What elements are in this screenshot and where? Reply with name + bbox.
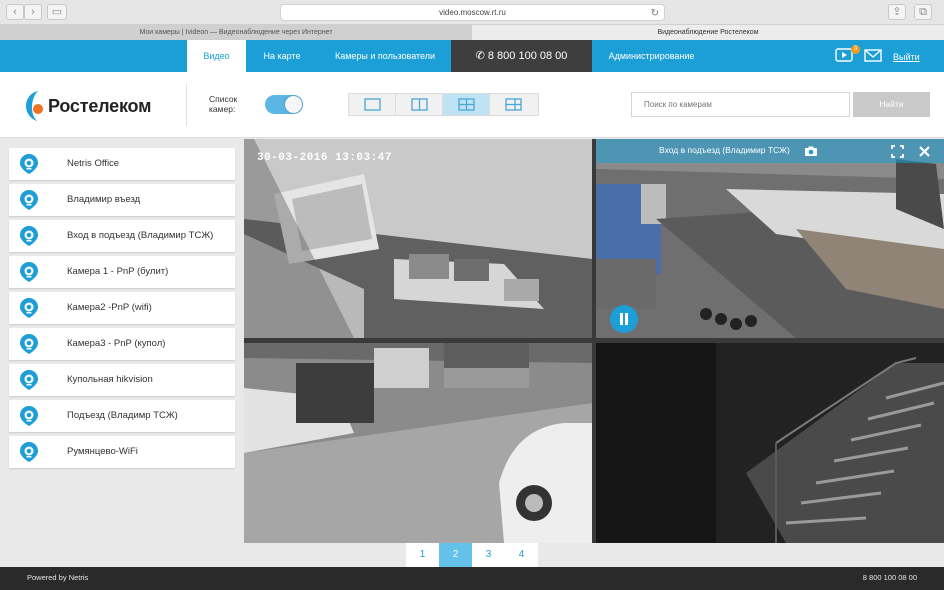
- powered-by: Powered by Netris: [27, 573, 89, 582]
- video-grid: 30-03-2016 13:03:47 Вход в подъезд (Влад…: [244, 139, 944, 543]
- camera-name: Подъезд (Владимр ТСЖ): [67, 410, 178, 421]
- camera-name: Netris Office: [67, 158, 120, 169]
- layout-four-button[interactable]: [443, 94, 490, 115]
- layout-1x2-icon: [411, 98, 428, 111]
- sidebar-toggle-icon[interactable]: ▭: [47, 4, 67, 20]
- phone-icon: ✆: [475, 50, 485, 62]
- active-camera-title: Вход в подъезд (Владимир ТСЖ): [659, 145, 790, 155]
- nav-video[interactable]: Видео: [187, 40, 246, 72]
- page-3[interactable]: 3: [472, 543, 505, 567]
- camera-list-item[interactable]: Владимир въезд: [9, 184, 235, 216]
- camera-list-item[interactable]: Купольная hikvision: [9, 364, 235, 396]
- rostelecom-logo-icon: [24, 89, 46, 128]
- tabs-overview-icon[interactable]: ⧉: [914, 4, 932, 20]
- phone-number: 8 800 100 08 00: [487, 50, 568, 62]
- layout-switcher: [348, 93, 539, 116]
- camera-pin-icon: [18, 441, 40, 468]
- nav-cameras-users[interactable]: Камеры и пользователи: [322, 40, 448, 72]
- video-tile-office[interactable]: 30-03-2016 13:03:47: [244, 139, 592, 338]
- phone-box: ✆ 8 800 100 08 00: [451, 40, 592, 72]
- camera-name: Купольная hikvision: [67, 374, 153, 385]
- camera-pin-icon: [18, 405, 40, 432]
- video-timestamp: 30-03-2016 13:03:47: [257, 152, 392, 164]
- nav-admin[interactable]: Администрирование: [600, 40, 703, 72]
- camera-pin-icon: [18, 369, 40, 396]
- browser-toolbar: ‹ › ▭ video.moscow.rt.ru ↻ ⇪ ⧉: [0, 0, 944, 25]
- notification-badge: 3: [851, 45, 860, 54]
- camera-name: Камера2 -PnP (wifi): [67, 302, 152, 313]
- page-4[interactable]: 4: [505, 543, 538, 567]
- active-camera-title-bar: Вход в подъезд (Владимир ТСЖ): [596, 139, 944, 163]
- camera-list-toggle[interactable]: [265, 95, 303, 114]
- page-footer: Powered by Netris 8 800 100 08 00: [0, 567, 944, 590]
- search-button[interactable]: Найти: [853, 92, 930, 117]
- back-icon[interactable]: ‹: [6, 4, 24, 20]
- browser-tab-ivideon[interactable]: Мои камеры | Ivideon — Видеонаблюдение ч…: [0, 25, 472, 40]
- pause-button[interactable]: [610, 305, 638, 333]
- office-camera-feed: [244, 139, 592, 338]
- camera-pin-icon: [18, 225, 40, 252]
- mail-icon[interactable]: [864, 49, 882, 67]
- layout-2x2-icon: [458, 98, 475, 111]
- video-tile-entrance-active[interactable]: Вход в подъезд (Владимир ТСЖ): [596, 139, 944, 338]
- nav-map[interactable]: На карте: [252, 40, 312, 72]
- camera-list-item[interactable]: Подъезд (Владимр ТСЖ): [9, 400, 235, 432]
- snapshot-icon[interactable]: [804, 144, 818, 162]
- stairwell-camera-feed: [596, 343, 944, 543]
- camera-list-item[interactable]: Netris Office: [9, 148, 235, 180]
- header-divider: [186, 84, 187, 126]
- camera-pin-icon: [18, 297, 40, 324]
- fullscreen-icon[interactable]: [891, 145, 904, 163]
- page-2[interactable]: 2: [439, 543, 472, 567]
- layout-mixed-button[interactable]: [490, 94, 537, 115]
- camera-name: Камера 1 - PnP (булит): [67, 266, 169, 277]
- yard-camera-feed: [244, 343, 592, 543]
- entrance-camera-feed: [596, 139, 944, 338]
- layout-single-button[interactable]: [349, 94, 396, 115]
- share-icon[interactable]: ⇪: [888, 4, 906, 20]
- video-tile-yard[interactable]: [244, 343, 592, 543]
- footer-phone: 8 800 100 08 00: [862, 573, 917, 582]
- video-tile-stairwell[interactable]: [596, 343, 944, 543]
- logo-text: Ростелеком: [48, 96, 152, 116]
- reload-icon[interactable]: ↻: [651, 6, 659, 22]
- url-text: video.moscow.rt.ru: [439, 8, 506, 17]
- browser-tab-rostelecom[interactable]: Видеонаблюдение Ростелеком: [472, 25, 944, 40]
- camera-pin-icon: [18, 153, 40, 180]
- camera-list-item[interactable]: Вход в подъезд (Владимир ТСЖ): [9, 220, 235, 252]
- browser-tabs: Мои камеры | Ivideon — Видеонаблюдение ч…: [0, 25, 944, 40]
- logout-link[interactable]: Выйти: [893, 40, 920, 72]
- camera-list-item[interactable]: Камера3 - PnP (купол): [9, 328, 235, 360]
- camera-name: Владимир въезд: [67, 194, 141, 205]
- page-header: Ростелеком Список камер: Найти: [0, 72, 944, 138]
- camera-list-item[interactable]: Камера 1 - PnP (булит): [9, 256, 235, 288]
- camera-pin-icon: [18, 333, 40, 360]
- camera-pin-icon: [18, 189, 40, 216]
- camera-list-item[interactable]: Румянцево-WiFi: [9, 436, 235, 468]
- camera-name: Камера3 - PnP (купол): [67, 338, 166, 349]
- close-icon[interactable]: [918, 145, 931, 163]
- page-1[interactable]: 1: [406, 543, 439, 567]
- camera-name: Вход в подъезд (Владимир ТСЖ): [67, 230, 214, 241]
- toggle-knob: [285, 96, 302, 113]
- layout-two-button[interactable]: [396, 94, 443, 115]
- layout-mixed-icon: [505, 98, 522, 111]
- camera-name: Румянцево-WiFi: [67, 446, 138, 457]
- top-nav: Видео На карте Камеры и пользователи ✆ 8…: [0, 40, 944, 72]
- address-bar[interactable]: video.moscow.rt.ru ↻: [280, 4, 665, 21]
- camera-list-item[interactable]: Камера2 -PnP (wifi): [9, 292, 235, 324]
- camera-list: Netris Office Владимир въезд Вход в подъез…: [0, 139, 244, 567]
- camera-pin-icon: [18, 261, 40, 288]
- layout-1x1-icon: [364, 98, 381, 111]
- camera-search-input[interactable]: [631, 92, 850, 117]
- forward-icon[interactable]: ›: [24, 4, 42, 20]
- camera-list-label: Список камер:: [209, 94, 238, 114]
